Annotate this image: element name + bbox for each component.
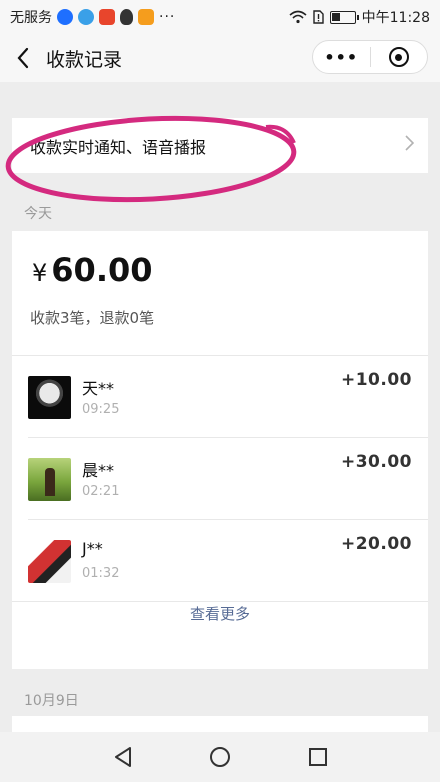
realtime-notify-row[interactable]: 收款实时通知、语音播报 [12, 118, 428, 173]
payment-amount: +10.00 [340, 370, 412, 390]
date-section-today: 今天 [24, 206, 52, 222]
payment-time: 09:25 [82, 402, 120, 417]
summary-card-partial [12, 716, 428, 732]
realtime-notify-label: 收款实时通知、语音播报 [30, 137, 207, 157]
circle-home-icon [210, 747, 230, 767]
payment-amount: +20.00 [340, 534, 412, 554]
payment-time: 02:21 [82, 484, 120, 499]
payer-name: J** [82, 539, 103, 558]
sim-warning-icon [312, 10, 324, 24]
summary-card: ¥60.00 收款3笔，退款0笔 天** 09:25 +10.00 晨** 02… [12, 231, 428, 669]
chevron-left-icon [17, 47, 29, 69]
wifi-icon [289, 10, 307, 24]
date-section-oct9: 10月9日 [24, 693, 79, 709]
mini-program-capsule: ••• [312, 40, 428, 74]
system-nav-bar [0, 732, 440, 782]
app-icon [99, 9, 115, 25]
system-home-button[interactable] [208, 745, 232, 769]
record-row[interactable]: J** 01:32 +20.00 [12, 520, 428, 601]
payment-amount: +30.00 [340, 452, 412, 472]
page-title: 收款记录 [46, 48, 123, 71]
app-icon [78, 9, 94, 25]
qq-icon [120, 9, 133, 25]
more-notifications-text: ··· [159, 9, 176, 25]
record-row[interactable]: 晨** 02:21 +30.00 [12, 438, 428, 519]
chevron-right-icon [405, 135, 414, 151]
nav-bar: 收款记录 ••• [0, 34, 440, 82]
target-icon [388, 47, 409, 67]
status-bar: 无服务 ··· 中午11:28 [0, 0, 440, 34]
clock-text: 中午11:28 [361, 10, 430, 26]
more-options-button[interactable]: ••• [313, 48, 370, 67]
back-button[interactable] [0, 34, 46, 82]
astronaut-avatar [28, 376, 71, 419]
system-recents-button[interactable] [306, 745, 330, 769]
payer-name: 晨** [82, 461, 115, 480]
divider [12, 601, 428, 602]
play-icon [138, 9, 154, 25]
system-back-button[interactable] [111, 745, 135, 769]
payer-name: 天** [82, 379, 115, 398]
triangle-back-icon [115, 747, 131, 767]
person-outdoor-avatar [28, 458, 71, 501]
close-mini-program-button[interactable] [371, 47, 428, 67]
total-amount: ¥60.00 [32, 251, 153, 289]
count-summary: 收款3笔，退款0笔 [30, 309, 155, 327]
battery-icon [329, 10, 359, 24]
record-row[interactable]: 天** 09:25 +10.00 [12, 356, 428, 437]
carrier-text: 无服务 [10, 10, 52, 26]
alipay-icon [57, 9, 73, 25]
square-recents-icon [309, 748, 327, 766]
currency-symbol: ¥ [32, 259, 48, 287]
view-more-link[interactable]: 查看更多 [12, 603, 428, 624]
collage-avatar [28, 540, 71, 583]
payment-time: 01:32 [82, 566, 120, 581]
total-value: 60.00 [51, 251, 153, 289]
